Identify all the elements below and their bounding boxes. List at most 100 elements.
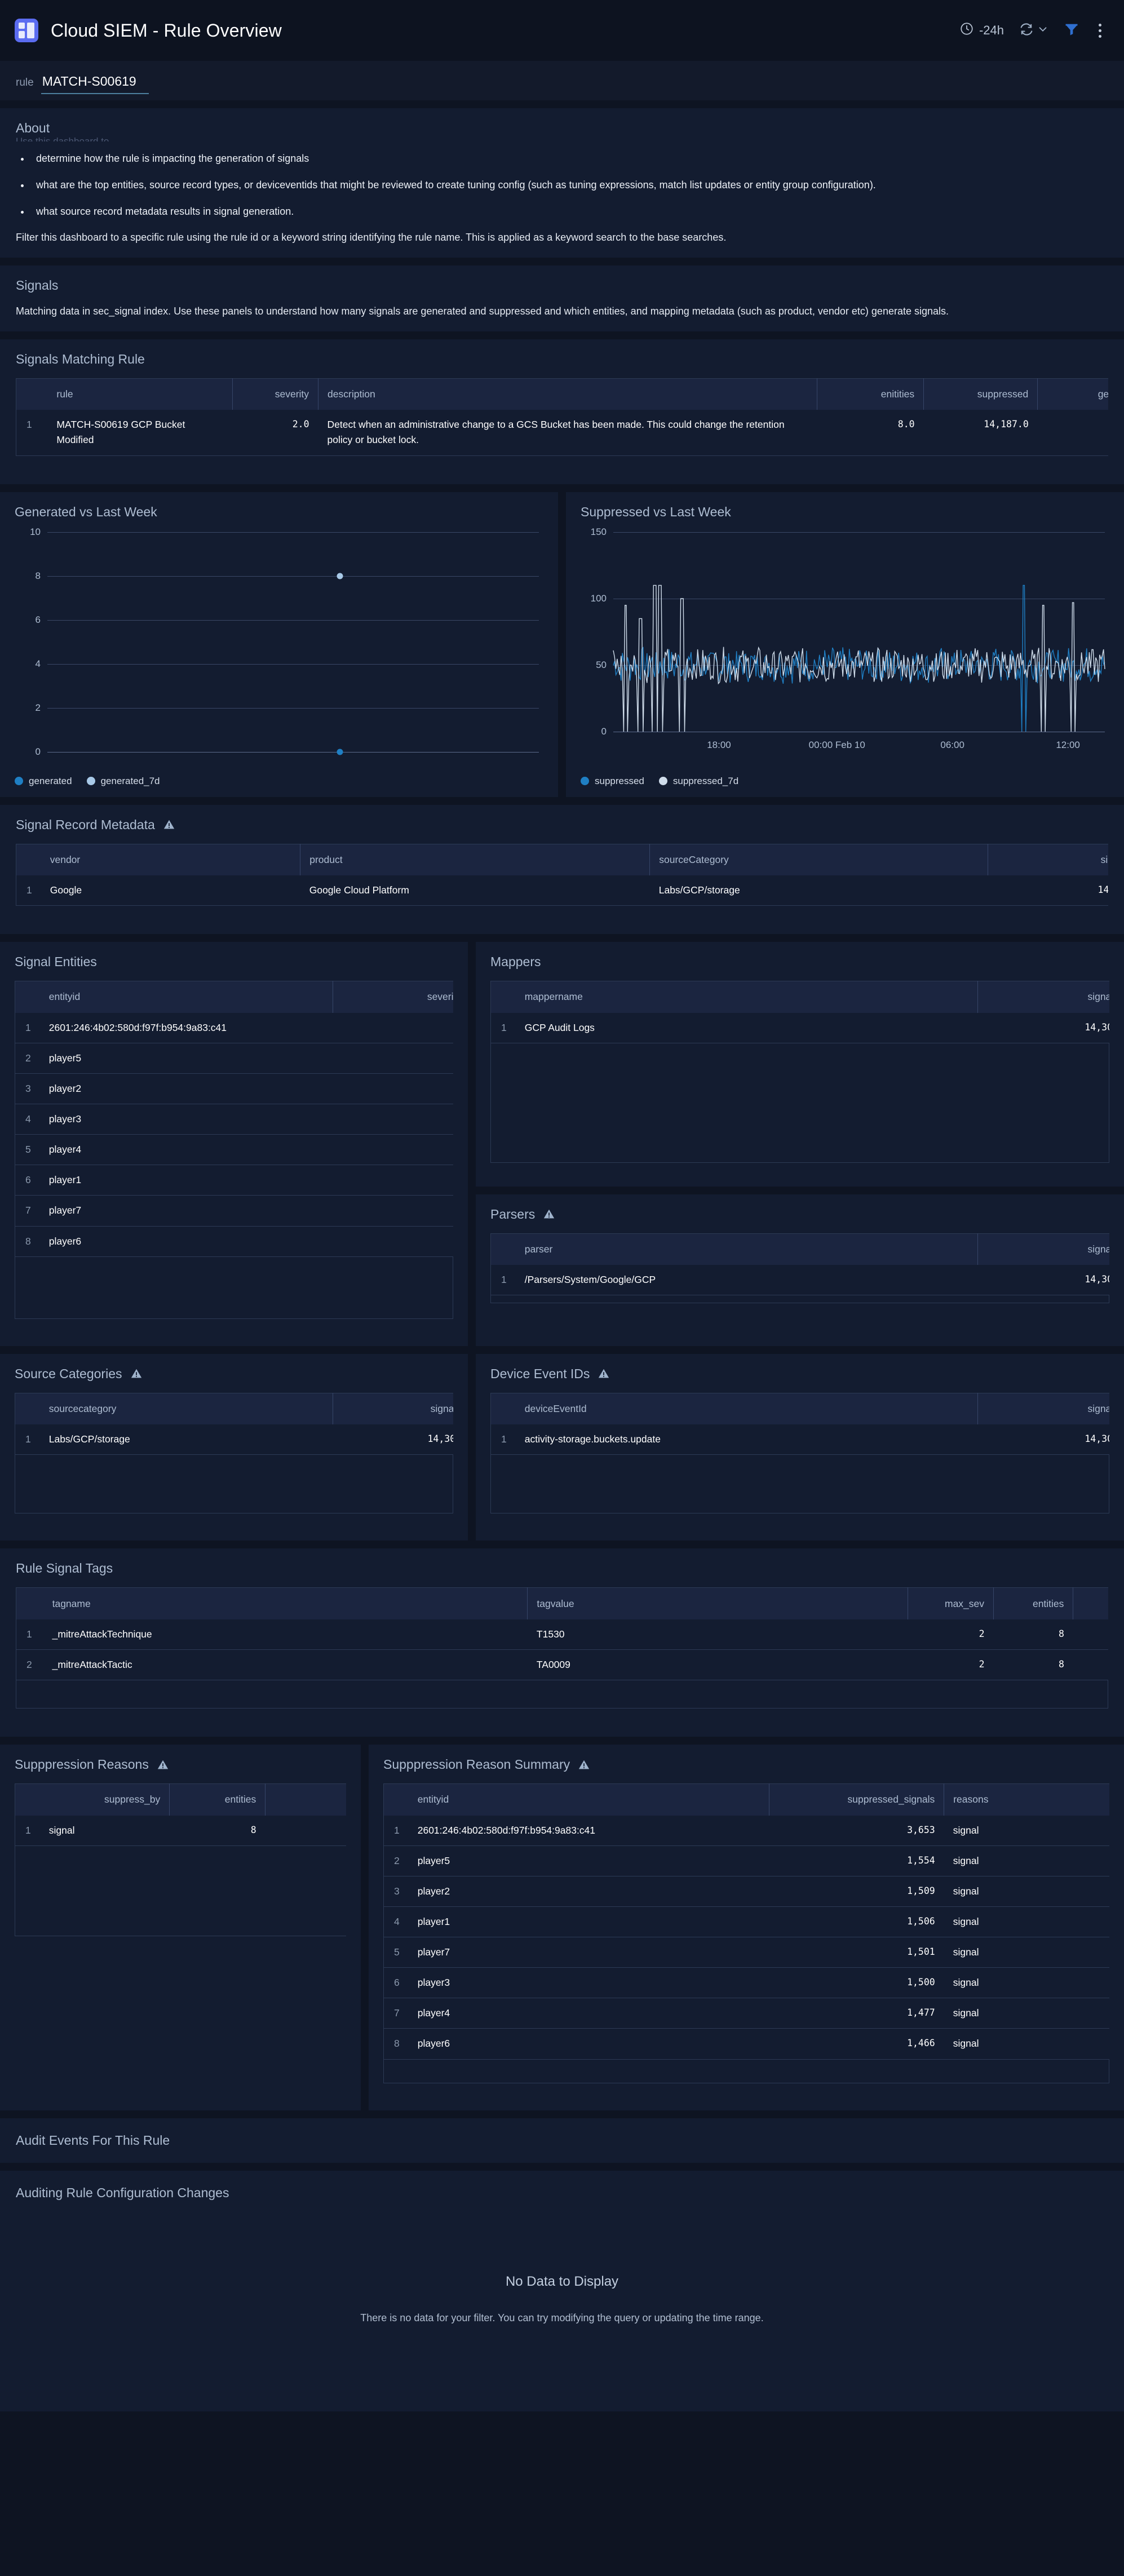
suppressed-chart-plot[interactable]: 0 50 100 150 18:00 00:00 Feb 10 06:00 12:00 (581, 526, 1109, 758)
table-row[interactable]: 1_mitreAttackTechniqueT1530281 (16, 1619, 1109, 1650)
suppression-reason-summary-panel: Supppression Reason Summary entityid sup… (369, 1745, 1124, 2110)
table-row[interactable]: 1 Google Google Cloud Platform Labs/GCP/… (16, 875, 1108, 906)
column-header-reasons[interactable]: reasons (944, 1783, 1109, 1816)
column-header-sourcecategory[interactable]: sourceCategory (649, 844, 989, 876)
funnel-icon (1064, 21, 1079, 40)
table-row[interactable]: 5 player7 1,501 signal (383, 1937, 1109, 1968)
parsers-panel: Parsers parser signals 1 / (476, 1194, 1124, 1346)
filter-button[interactable] (1064, 21, 1079, 40)
column-header-signals[interactable]: signals (977, 1233, 1109, 1265)
table-row[interactable]: 4player32 (15, 1104, 453, 1135)
warning-triangle-icon[interactable] (543, 1208, 555, 1220)
table-row[interactable]: 3 player2 1,509 signal (383, 1875, 1109, 1907)
cell-signals: 14,306 (427, 1433, 454, 1445)
gridline (47, 707, 539, 709)
legend-item-suppressed-7d[interactable]: suppressed_7d (658, 776, 738, 787)
rule-filter-input[interactable]: MATCH-S00619 (41, 74, 149, 94)
legend-item-suppressed[interactable]: suppressed (581, 776, 644, 787)
cell-product: Google Cloud Platform (309, 884, 409, 896)
generated-chart-plot[interactable]: 0 2 4 6 8 10 (15, 526, 543, 758)
table-row[interactable]: 1 2601:246:4b02:580d:f97f:b954:9a83:c41 3,… (384, 1816, 1110, 1846)
warning-triangle-icon[interactable] (130, 1367, 143, 1380)
column-header-severity[interactable]: severity (232, 378, 319, 410)
table-empty-space (15, 1455, 453, 1514)
suppression-reasons-table: suppress_by entities suppress 1 signal 8 (15, 1783, 346, 1846)
audit-config-changes-title: Auditing Rule Configuration Changes (16, 2185, 229, 2200)
column-header-signals[interactable]: signals (988, 844, 1108, 876)
column-header-rule[interactable]: rule (47, 378, 233, 410)
row-index: 7 (383, 1998, 409, 2029)
warning-triangle-icon[interactable] (163, 818, 175, 831)
column-header-severity[interactable]: severity (333, 981, 453, 1013)
legend-item-generated[interactable]: generated (15, 776, 72, 787)
column-header-tagvalue[interactable]: tagvalue (527, 1587, 908, 1619)
table-row[interactable]: 8 player6 1,466 signal (383, 2028, 1109, 2060)
warning-triangle-icon[interactable] (598, 1367, 610, 1380)
cell-severity: 2 (333, 1134, 453, 1165)
column-header-signals[interactable]: signals (333, 1393, 453, 1425)
table-row[interactable]: 3player22 (15, 1073, 453, 1104)
rule-signal-tags-rows: 1_mitreAttackTechniqueT15302812_mitreAtt… (16, 1619, 1109, 1680)
column-header-max-sev[interactable]: max_sev (908, 1587, 994, 1619)
cell-suppressed-signals: 1,500 (769, 1967, 944, 1998)
column-header-parser[interactable]: parser (515, 1233, 979, 1265)
column-header-entityid[interactable]: entityid (39, 981, 334, 1013)
column-header-generated[interactable]: generated (1037, 378, 1108, 410)
column-header-sourcecategory[interactable]: sourcecategory (39, 1393, 334, 1425)
cell-max-sev: 2 (979, 1628, 985, 1639)
table-row[interactable]: 1 activity-storage.buckets.update 14,306 (491, 1424, 1109, 1455)
table-row[interactable]: 7player72 (15, 1195, 453, 1227)
column-header-entities[interactable]: entities (169, 1783, 266, 1816)
column-header-deviceeventid[interactable]: deviceEventId (515, 1393, 979, 1425)
column-header-mappername[interactable]: mappername (515, 981, 979, 1013)
kebab-menu-icon[interactable] (1094, 21, 1106, 40)
column-header-signals[interactable]: signals (977, 1393, 1109, 1425)
table-row[interactable]: 4 player1 1,506 signal (383, 1906, 1109, 1937)
signal-entities-table-wrap: entityid severity 1 2601:246:4b02:580d:f9… (15, 981, 453, 1319)
column-header-suppressed[interactable]: suppressed (923, 378, 1038, 410)
table-row[interactable]: 8player62 (15, 1225, 453, 1257)
column-header-entityid[interactable]: entityid (408, 1783, 770, 1816)
column-header-entities[interactable]: entities (993, 1587, 1074, 1619)
rule-filter[interactable]: rule MATCH-S00619 (16, 74, 149, 97)
table-row[interactable]: 1 2601:246:4b02:580d:f97f:b954:9a83:c41 2 (15, 1013, 454, 1043)
column-header-enitities[interactable]: enitities (817, 378, 924, 410)
column-header-product[interactable]: product (300, 844, 650, 876)
table-row[interactable]: 6 player3 1,500 signal (383, 1967, 1109, 1998)
table-row[interactable]: 2_mitreAttackTacticTA0009281 (16, 1649, 1108, 1680)
column-header-suppress-by[interactable]: suppress_by (39, 1783, 170, 1816)
cell-severity: 2 (333, 1042, 453, 1074)
about-clipped-line: Use this dashboard to . . . (16, 136, 125, 141)
row-index-header (16, 378, 48, 410)
column-header-vendor[interactable]: vendor (41, 844, 301, 876)
table-row[interactable]: 1 Labs/GCP/storage 14,306 (15, 1424, 454, 1455)
table-row[interactable]: 1 GCP Audit Logs 14,306 (491, 1013, 1109, 1043)
clock-icon (959, 21, 974, 39)
legend-item-generated-7d[interactable]: generated_7d (86, 776, 160, 787)
warning-triangle-icon[interactable] (157, 1759, 169, 1771)
column-header-tagname[interactable]: tagname (43, 1587, 528, 1619)
time-range-picker[interactable]: -24h (959, 21, 1004, 39)
table-row[interactable]: 6player12 (15, 1165, 453, 1196)
column-header-signals[interactable]: signals (977, 981, 1109, 1013)
row-index-header (15, 1393, 40, 1425)
table-row[interactable]: 1 /Parsers/System/Google/GCP 14,306 (491, 1265, 1109, 1295)
table-row[interactable]: 1 MATCH-S00619 GCP Bucket Modified 2.0 D… (16, 410, 1109, 455)
refresh-interval-button[interactable] (1019, 21, 1049, 40)
column-header-suppressed-signals[interactable]: suppressed_signals (769, 1783, 945, 1816)
suppression-row: Supppression Reasons suppress_by entitie… (0, 1745, 1124, 2110)
data-point[interactable] (337, 749, 343, 755)
section-divider (0, 100, 1124, 108)
table-row[interactable]: 2player52 (15, 1042, 453, 1074)
table-row[interactable]: 2 player5 1,554 signal (383, 1845, 1109, 1876)
table-row[interactable]: 5player42 (15, 1134, 453, 1165)
column-header-suppress[interactable]: suppress (265, 1783, 346, 1816)
table-row[interactable]: 1 signal 8 (15, 1816, 347, 1846)
column-header-rules[interactable]: rules (1073, 1587, 1108, 1619)
data-point[interactable] (337, 573, 343, 579)
table-row[interactable]: 7 player4 1,477 signal (383, 1998, 1109, 2029)
table-empty-space (490, 1455, 1109, 1514)
column-header-description[interactable]: description (318, 378, 817, 410)
row-index: 8 (15, 1225, 40, 1257)
warning-triangle-icon[interactable] (578, 1759, 590, 1771)
